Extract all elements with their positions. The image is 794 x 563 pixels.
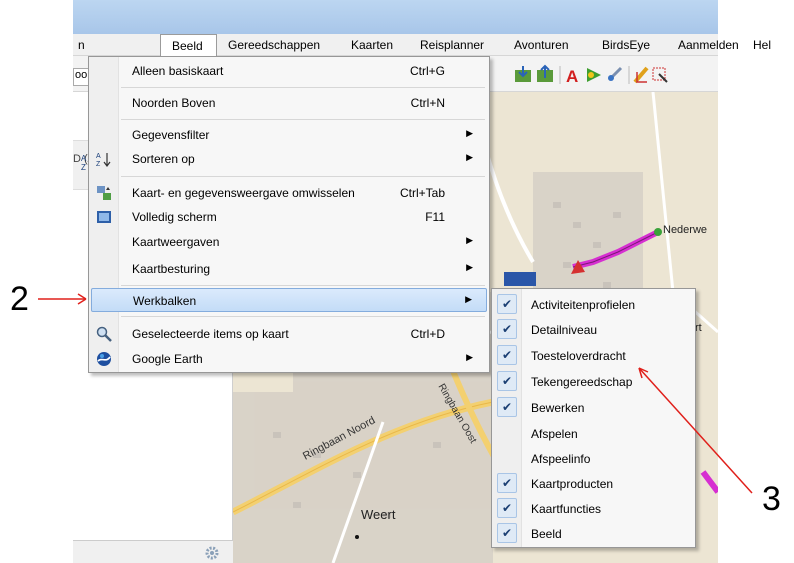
annotation-arrows — [38, 293, 753, 494]
arrow-to-werkbalken — [38, 293, 87, 305]
arrow-to-toesteloverdracht — [638, 367, 753, 494]
